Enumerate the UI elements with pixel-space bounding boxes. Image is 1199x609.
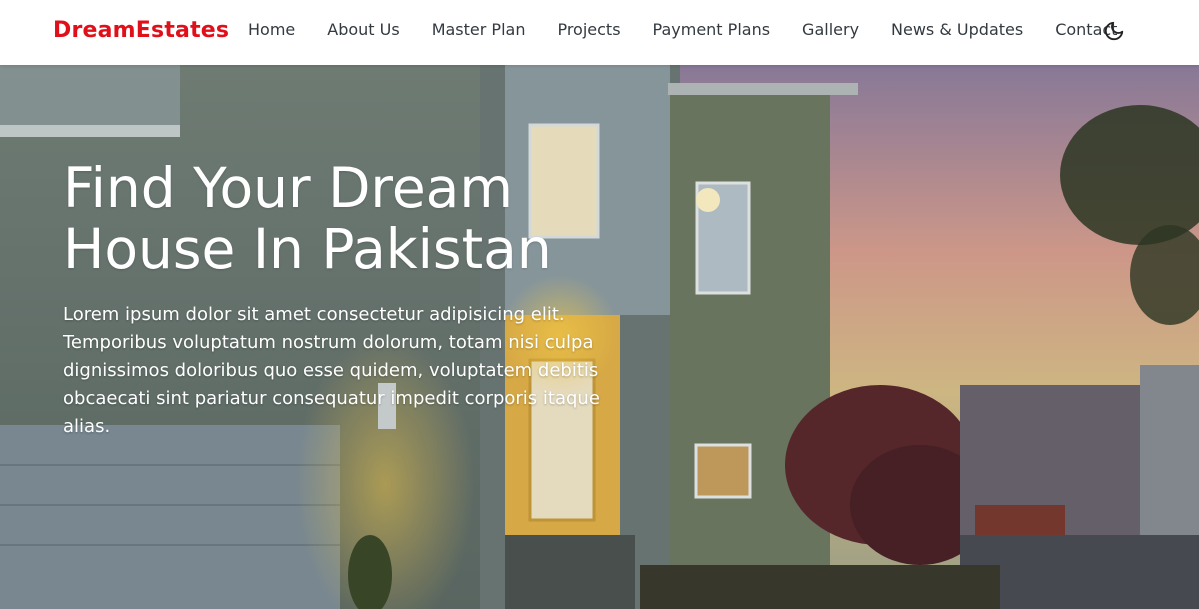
theme-toggle-button[interactable] xyxy=(1102,19,1126,43)
hero-description: Lorem ipsum dolor sit amet consectetur a… xyxy=(63,304,600,437)
navbar: DreamEstates Home About Us Master Plan P… xyxy=(0,0,1199,65)
nav-item-home[interactable]: Home xyxy=(248,20,295,39)
moon-icon xyxy=(1104,21,1124,41)
nav-item-about-us[interactable]: About Us xyxy=(327,20,399,39)
brand-logo[interactable]: DreamEstates xyxy=(53,18,229,43)
nav-item-payment-plans[interactable]: Payment Plans xyxy=(653,20,771,39)
main-nav: Home About Us Master Plan Projects Payme… xyxy=(248,20,1149,39)
nav-item-gallery[interactable]: Gallery xyxy=(802,20,859,39)
nav-item-news-updates[interactable]: News & Updates xyxy=(891,20,1023,39)
hero-title: Find Your Dream House In Pakistan xyxy=(63,156,552,281)
nav-item-projects[interactable]: Projects xyxy=(557,20,620,39)
nav-item-master-plan[interactable]: Master Plan xyxy=(432,20,526,39)
hero-section: Find Your Dream House In Pakistan Lorem … xyxy=(0,65,1199,609)
